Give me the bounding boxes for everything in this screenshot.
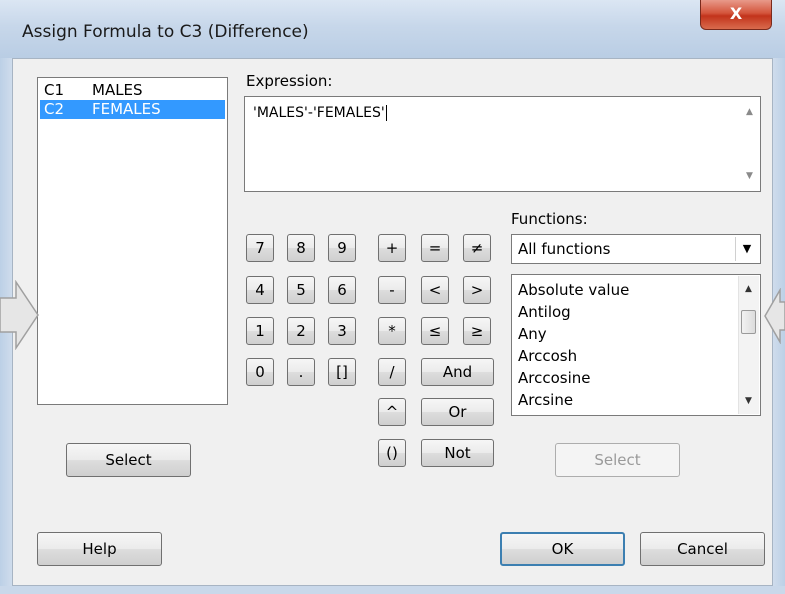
key-less-equal[interactable]: ≤ (421, 317, 449, 345)
function-item[interactable]: Arccosh (518, 345, 577, 367)
close-button[interactable]: X (700, 0, 772, 30)
expression-scrollbar[interactable]: ▲ ▼ (742, 99, 758, 189)
column-listbox[interactable]: C1 MALES C2 FEMALES (37, 77, 228, 405)
key-and[interactable]: And (421, 358, 494, 386)
key-parentheses[interactable]: () (378, 439, 406, 467)
function-category-dropdown[interactable]: All functions ▼ (511, 234, 761, 264)
column-item-c1[interactable]: C1 MALES (40, 81, 225, 100)
key-1[interactable]: 1 (246, 317, 274, 345)
scroll-up-icon[interactable]: ▲ (746, 107, 753, 117)
key-3[interactable]: 3 (328, 317, 356, 345)
column-name: MALES (92, 81, 143, 99)
text-caret (385, 105, 387, 121)
function-item[interactable]: Any (518, 323, 547, 345)
select-function-button[interactable]: Select (555, 443, 680, 477)
dialog-window: Assign Formula to C3 (Difference) X C1 M… (0, 0, 785, 594)
right-pointer-arrow-icon (764, 288, 785, 344)
scroll-down-icon[interactable]: ▼ (745, 396, 752, 406)
scroll-up-icon[interactable]: ▲ (745, 284, 752, 294)
scroll-down-icon[interactable]: ▼ (746, 171, 753, 181)
key-2[interactable]: 2 (287, 317, 315, 345)
key-minus[interactable]: - (378, 276, 406, 304)
function-item[interactable]: Arcsine (518, 389, 573, 411)
key-5[interactable]: 5 (287, 276, 315, 304)
expression-value: 'MALES'-'FEMALES' (253, 105, 387, 121)
key-7[interactable]: 7 (246, 234, 274, 262)
window-title: Assign Formula to C3 (Difference) (22, 22, 309, 42)
key-0[interactable]: 0 (246, 358, 274, 386)
key-greater-equal[interactable]: ≥ (463, 317, 491, 345)
key-9[interactable]: 9 (328, 234, 356, 262)
function-listbox[interactable]: Absolute value Antilog Any Arccosh Arcco… (511, 274, 761, 416)
key-power[interactable]: ^ (378, 398, 406, 426)
key-divide[interactable]: / (378, 358, 406, 386)
key-greater-than[interactable]: > (463, 276, 491, 304)
key-or[interactable]: Or (421, 398, 494, 426)
window-frame-bottom (0, 586, 785, 594)
function-item[interactable]: Arccosine (518, 367, 591, 389)
column-id: C1 (44, 81, 65, 99)
help-button[interactable]: Help (37, 532, 162, 566)
column-id: C2 (44, 100, 65, 118)
function-item[interactable]: Absolute value (518, 279, 629, 301)
key-multiply[interactable]: * (378, 317, 406, 345)
key-6[interactable]: 6 (328, 276, 356, 304)
functions-label: Functions: (511, 210, 588, 228)
select-column-button[interactable]: Select (66, 443, 191, 477)
key-not-equal[interactable]: ≠ (463, 234, 491, 262)
expression-field[interactable]: 'MALES'-'FEMALES' ▲ ▼ (244, 96, 761, 192)
function-category-value: All functions (518, 240, 611, 258)
scroll-thumb[interactable] (741, 310, 756, 334)
key-not[interactable]: Not (421, 439, 494, 467)
key-decimal[interactable]: . (287, 358, 315, 386)
key-brackets[interactable]: [] (328, 358, 356, 386)
key-8[interactable]: 8 (287, 234, 315, 262)
key-plus[interactable]: + (378, 234, 406, 262)
left-pointer-arrow-icon (0, 280, 39, 350)
column-item-c2[interactable]: C2 FEMALES (40, 100, 225, 119)
function-list-scrollbar[interactable]: ▲ ▼ (738, 276, 759, 414)
cancel-button[interactable]: Cancel (640, 532, 765, 566)
key-less-than[interactable]: < (421, 276, 449, 304)
key-equals[interactable]: = (421, 234, 449, 262)
column-name: FEMALES (92, 100, 161, 118)
close-icon: X (729, 4, 743, 23)
key-4[interactable]: 4 (246, 276, 274, 304)
chevron-down-icon[interactable]: ▼ (735, 237, 758, 261)
title-bar: Assign Formula to C3 (Difference) X (0, 0, 785, 59)
ok-button[interactable]: OK (500, 532, 625, 566)
expression-label: Expression: (246, 72, 333, 90)
function-item[interactable]: Antilog (518, 301, 571, 323)
